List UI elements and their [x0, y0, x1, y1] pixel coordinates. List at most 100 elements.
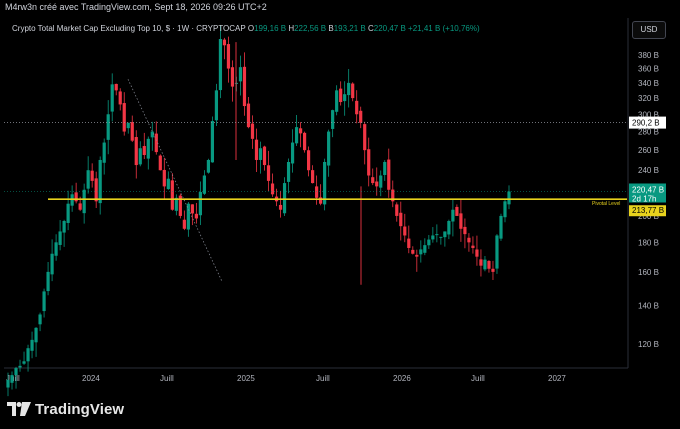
attribution-text: M4rw3n créé avec TradingView.com, Sept 1… [5, 2, 267, 12]
candle-body [387, 159, 391, 190]
price-tick-label: 140 B [638, 301, 659, 310]
low-value: 193,21 B [333, 24, 366, 33]
candle-body [202, 175, 206, 194]
symbol-title: Crypto Total Market Cap Excluding Top 10… [12, 24, 246, 33]
candle-body [142, 146, 146, 156]
candle-body [507, 191, 511, 205]
candle-body [218, 39, 223, 91]
price-tick-label: 360 B [638, 65, 659, 74]
price-tick-label: 320 B [638, 94, 659, 103]
candle-body [278, 204, 283, 210]
price-tick-label: 260 B [638, 146, 659, 155]
candle-body [146, 138, 150, 159]
candle-body [435, 234, 439, 236]
candle-body [238, 67, 243, 82]
candle-body [351, 83, 355, 99]
price-tick-label: 120 B [638, 340, 659, 349]
candle-body [331, 110, 335, 129]
candle-body [106, 114, 110, 140]
candle-body [298, 128, 303, 134]
candle-body [214, 90, 219, 121]
pivot-level-label: Pivotal Level [592, 201, 620, 207]
candle-body [367, 149, 371, 176]
candle-body [347, 82, 351, 96]
candle-body [339, 88, 343, 103]
time-tick-label: Juill [316, 374, 330, 383]
candle-body [302, 132, 307, 151]
price-tick-label: 380 B [638, 51, 659, 60]
candle-body [22, 361, 26, 364]
candle-body [355, 100, 359, 115]
candle-body [427, 239, 431, 246]
time-tick-label: 2025 [237, 374, 255, 383]
candle-body [262, 146, 267, 166]
candle-body [455, 206, 459, 216]
candle-body [58, 231, 62, 245]
candle-body [234, 82, 239, 84]
candle-body [319, 197, 323, 204]
candle-body [471, 245, 475, 248]
change-value: +21,41 B (+10,76%) [408, 24, 480, 33]
candle-body [162, 169, 166, 187]
candle-body [82, 189, 86, 214]
time-tick-label: 2027 [548, 374, 566, 383]
price-tick-label: 240 B [638, 166, 659, 175]
candle-body [210, 121, 215, 163]
pivot-price-label: 213,77 B [632, 206, 664, 215]
candle-body [34, 327, 38, 343]
candle-body [226, 44, 231, 69]
candle-body [54, 242, 58, 256]
candle-body [46, 271, 50, 292]
candle-body [206, 159, 210, 173]
time-tick-label: Juill [471, 374, 485, 383]
candle-body [266, 165, 271, 181]
candle-body [242, 66, 247, 107]
candle-body [166, 178, 170, 190]
candle-body [371, 177, 375, 184]
candle-body [447, 220, 451, 235]
candle-body [114, 83, 118, 91]
candle-body [270, 183, 275, 195]
candle-body [451, 209, 455, 222]
price-chart[interactable]: 120 B140 B160 B180 B200 B220 B240 B260 B… [0, 0, 680, 429]
candle-body [18, 365, 22, 368]
candle-body [503, 201, 507, 218]
candle-body [335, 90, 339, 112]
candle-body [62, 220, 66, 233]
candle-body [407, 238, 411, 248]
close-value: 220,47 B [373, 24, 406, 33]
candle-body [38, 314, 42, 325]
candle-body [459, 213, 463, 229]
currency-button[interactable]: USD [632, 21, 666, 39]
candle-body [431, 235, 435, 240]
time-tick-label: 2026 [393, 374, 411, 383]
candle-body [194, 213, 198, 219]
candle-body [411, 249, 415, 254]
candle-body [130, 122, 134, 141]
candle-body [10, 375, 14, 383]
candle-body [186, 203, 190, 230]
candle-body [6, 379, 10, 388]
candle-body [443, 231, 447, 238]
candle-body [423, 245, 427, 253]
dotted-level-price: 290,2 B [632, 119, 660, 128]
candle-body [487, 260, 491, 269]
candle-body [499, 215, 503, 239]
candle-body [415, 254, 419, 257]
candle-body [327, 131, 331, 166]
candle-body [102, 142, 106, 163]
candle-body [282, 183, 287, 214]
candle-body [170, 180, 174, 210]
candle-body [26, 348, 30, 362]
candle-body [98, 159, 102, 204]
price-tick-label: 280 B [638, 128, 659, 137]
open-value: 199,16 B [254, 24, 287, 33]
candle-body [463, 226, 467, 235]
candle-body [363, 124, 367, 151]
symbol-legend: Crypto Total Market Cap Excluding Top 10… [12, 24, 480, 33]
candle-body [491, 268, 495, 272]
candle-body [290, 142, 295, 164]
candle-body [250, 123, 255, 139]
candle-body [50, 253, 54, 275]
last-price-label: 220,47 B [632, 185, 664, 194]
